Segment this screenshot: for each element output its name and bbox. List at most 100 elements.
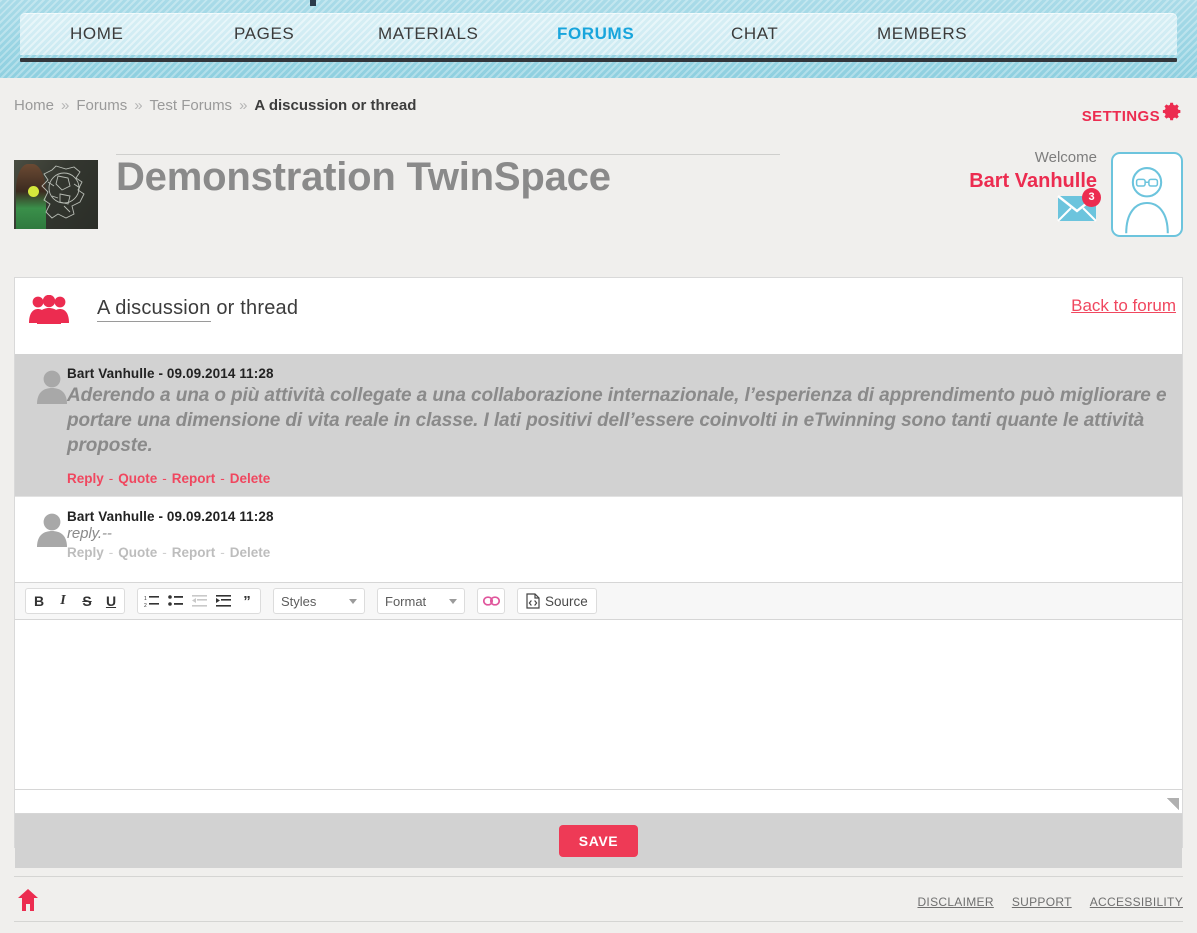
post-action-report[interactable]: Report — [172, 545, 216, 560]
footer-top-rule — [14, 876, 1183, 877]
top-banner: HOME PAGES MATERIALS FORUMS CHAT MEMBERS — [0, 0, 1197, 78]
message-count-badge: 3 — [1082, 188, 1101, 207]
source-group: Source — [517, 588, 597, 614]
list-indent-group: 12 ” — [137, 588, 261, 614]
welcome-label: Welcome — [1034, 149, 1097, 166]
post-body: reply.-- — [67, 525, 112, 542]
home-icon[interactable] — [18, 889, 38, 911]
save-button[interactable]: SAVE — [558, 825, 639, 857]
nav-item-list: HOME PAGES MATERIALS FORUMS CHAT MEMBERS — [20, 13, 1177, 55]
underline-button[interactable]: U — [99, 589, 123, 613]
post-timestamp: 09.09.2014 11:28 — [166, 509, 274, 524]
post-meta-separator: - — [158, 366, 164, 381]
post-timestamp: 09.09.2014 11:28 — [166, 366, 274, 381]
link-button[interactable] — [479, 589, 503, 613]
main-navigation: HOME PAGES MATERIALS FORUMS CHAT MEMBERS — [20, 13, 1177, 55]
post-meta-separator: - — [158, 509, 164, 524]
editor-content-area[interactable] — [15, 620, 1182, 790]
post: Bart Vanhulle - 09.09.2014 11:28 Aderendo… — [15, 354, 1182, 496]
breadcrumb-item-3: A discussion or thread — [254, 97, 417, 114]
footer-links: DISCLAIMER SUPPORT ACCESSIBILITY — [917, 895, 1183, 909]
post-actions: Reply - Quote - Report - Delete — [67, 545, 1168, 560]
reply-editor: B I S U 12 ” Styles Format Source SAVE — [15, 582, 1182, 868]
breadcrumb: Home » Forums » Test Forums » A discussion or … — [14, 97, 416, 114]
welcome-block: Welcome Bart Vanhulle — [917, 148, 1097, 194]
nav-item-home[interactable]: HOME — [70, 13, 123, 55]
settings-button[interactable]: SETTINGS — [1081, 101, 1183, 128]
editor-toolbar: B I S U 12 ” Styles Format Source — [15, 582, 1182, 620]
action-separator: - — [162, 545, 167, 560]
chevron-down-icon — [349, 598, 357, 604]
breadcrumb-item-1[interactable]: Forums — [76, 97, 127, 114]
forum-thread-panel: A discussion or thread Back to forum Bar… — [14, 277, 1183, 868]
resize-handle[interactable] — [1167, 798, 1179, 810]
back-to-forum-link[interactable]: Back to forum — [1071, 296, 1176, 316]
post: Bart Vanhulle - 09.09.2014 11:28 reply.--… — [15, 496, 1182, 570]
numbered-list-button[interactable]: 12 — [139, 589, 163, 613]
nav-underline-rule — [20, 58, 1177, 62]
breadcrumb-separator: » — [61, 97, 70, 114]
footer-link-disclaimer[interactable]: DISCLAIMER — [917, 895, 993, 909]
post-action-delete[interactable]: Delete — [230, 471, 271, 486]
bold-button[interactable]: B — [27, 589, 51, 613]
breadcrumb-item-0[interactable]: Home — [14, 97, 54, 114]
styles-dropdown[interactable]: Styles — [273, 588, 365, 614]
footer-link-support[interactable]: SUPPORT — [1012, 895, 1072, 909]
post-action-reply[interactable]: Reply — [67, 471, 104, 486]
post-avatar-icon — [35, 368, 69, 404]
increase-indent-button[interactable] — [211, 589, 235, 613]
post-action-reply[interactable]: Reply — [67, 545, 104, 560]
europe-map-outline — [41, 165, 85, 219]
gear-icon — [1162, 101, 1183, 122]
post-meta: Bart Vanhulle - 09.09.2014 11:28 — [67, 509, 1168, 524]
avatar[interactable] — [1111, 152, 1183, 237]
action-separator: - — [220, 471, 225, 486]
format-label: Format — [385, 593, 427, 609]
link-group — [477, 588, 505, 614]
breadcrumb-separator: » — [239, 97, 248, 114]
italic-button[interactable]: I — [51, 589, 75, 613]
format-dropdown[interactable]: Format — [377, 588, 465, 614]
post-action-quote[interactable]: Quote — [118, 471, 157, 486]
page-title: Demonstration TwinSpace — [116, 155, 611, 199]
action-separator: - — [162, 471, 167, 486]
footer-bottom-rule — [14, 921, 1183, 922]
post-author: Bart Vanhulle — [67, 509, 155, 524]
blockquote-button[interactable]: ” — [235, 589, 259, 613]
nav-item-chat[interactable]: CHAT — [731, 13, 778, 55]
thread-title-rest: or thread — [210, 297, 299, 319]
breadcrumb-item-2[interactable]: Test Forums — [150, 97, 233, 114]
decrease-indent-button — [187, 589, 211, 613]
bulleted-list-button[interactable] — [163, 589, 187, 613]
source-button[interactable]: Source — [519, 589, 595, 613]
cut-off-element — [310, 0, 316, 6]
post-author: Bart Vanhulle — [67, 366, 155, 381]
nav-item-pages[interactable]: PAGES — [234, 13, 294, 55]
thread-title: A discussion or thread — [97, 297, 299, 322]
post-avatar-icon — [35, 511, 69, 547]
group-icon — [29, 294, 69, 324]
chevron-down-icon — [449, 598, 457, 604]
editor-footer-bar — [15, 790, 1182, 814]
user-name[interactable]: Bart Vanhulle — [917, 168, 1097, 194]
post-action-quote[interactable]: Quote — [118, 545, 157, 560]
post-action-delete[interactable]: Delete — [230, 545, 271, 560]
twinspace-thumbnail — [14, 160, 98, 229]
nav-item-materials[interactable]: MATERIALS — [378, 13, 479, 55]
footer-link-accessibility[interactable]: ACCESSIBILITY — [1090, 895, 1183, 909]
settings-label: SETTINGS — [1081, 107, 1160, 125]
post-action-report[interactable]: Report — [172, 471, 216, 486]
source-code-icon — [526, 593, 540, 609]
svg-text:2: 2 — [144, 603, 147, 608]
post-actions: Reply - Quote - Report - Delete — [67, 471, 1168, 486]
thread-title-link[interactable]: A discussion — [97, 297, 211, 322]
post-body: Aderendo a una o più attività collegate … — [67, 385, 1167, 456]
breadcrumb-separator: » — [134, 97, 143, 114]
strikethrough-button[interactable]: S — [75, 589, 99, 613]
post-list: Bart Vanhulle - 09.09.2014 11:28 Aderendo… — [15, 354, 1182, 570]
save-row: SAVE — [15, 814, 1182, 868]
action-separator: - — [220, 545, 225, 560]
nav-item-forums[interactable]: FORUMS — [557, 13, 634, 55]
thread-header: A discussion or thread Back to forum — [15, 278, 1182, 354]
nav-item-members[interactable]: MEMBERS — [877, 13, 967, 55]
